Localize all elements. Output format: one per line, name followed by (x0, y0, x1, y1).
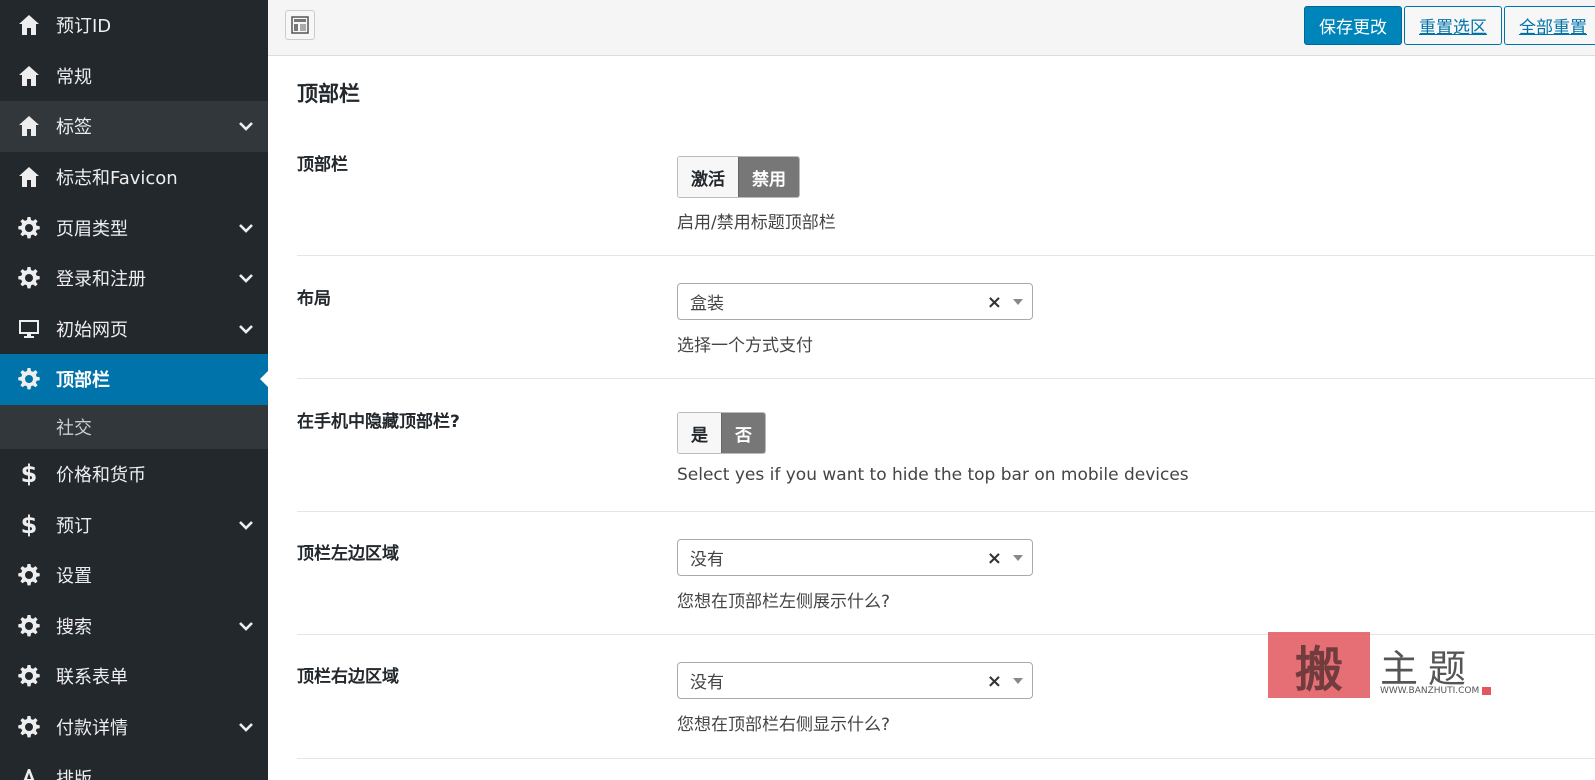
save-changes-button[interactable]: 保存更改 (1304, 6, 1402, 45)
field-label: 顶栏左边区域 (297, 544, 399, 564)
sidebar-item-label: 设置 (56, 566, 92, 588)
chevron-down-icon (238, 517, 254, 533)
field-row-left-area: 顶栏左边区域 没有 × 您想在顶部栏左侧展示什么? (297, 512, 1595, 635)
sidebar-item-label: 页眉类型 (56, 218, 128, 240)
gear-icon (16, 366, 42, 392)
field-label: 顶栏右边区域 (297, 667, 399, 687)
sidebar-item-typography[interactable]: 排版 (0, 752, 268, 780)
sidebar-item-contact-form[interactable]: 联系表单 (0, 651, 268, 702)
sidebar-item-search[interactable]: 搜索 (0, 601, 268, 652)
toggle-option-enable[interactable]: 激活 (678, 157, 738, 197)
left-area-select[interactable]: 没有 × (677, 539, 1033, 576)
select-value: 没有 (690, 673, 724, 693)
sidebar-item-tags[interactable]: 标签 (0, 101, 268, 152)
sidebar-subitem-social[interactable]: 社交 (0, 404, 268, 449)
home-icon (16, 164, 42, 190)
sidebar-item-label: 社交 (56, 417, 92, 439)
field-row-layout: 布局 盒装 × 选择一个方式支付 (297, 256, 1595, 379)
gear-icon (16, 562, 42, 588)
field-label: 顶部栏 (297, 155, 348, 175)
field-description: 您想在顶部栏左侧展示什么? (677, 592, 891, 612)
home-icon (16, 12, 42, 38)
sidebar-item-homepage[interactable]: 初始网页 (0, 304, 268, 355)
watermark-text: 主题 (1380, 647, 1477, 691)
chevron-down-icon (238, 220, 254, 236)
field-description: Select yes if you want to hide the top b… (677, 465, 1189, 485)
sidebar-item-topbar[interactable]: 顶部栏 (0, 354, 268, 405)
admin-sidebar: 预订ID 常规 标签 标志和Favicon 页眉类型 登录和注册 初始网页 顶部… (0, 0, 268, 780)
field-row-hide-mobile: 在手机中隐藏顶部栏? 是 否 Select yes if you want to… (297, 379, 1595, 512)
select-value: 盒装 (690, 294, 724, 314)
clear-icon[interactable]: × (987, 292, 1002, 313)
section-title: 顶部栏 (297, 82, 360, 106)
clear-icon[interactable]: × (987, 548, 1002, 569)
sidebar-item-label: 顶部栏 (56, 370, 110, 392)
sidebar-item-label: 登录和注册 (56, 269, 146, 291)
sidebar-item-booking-id[interactable]: 预订ID (0, 0, 268, 51)
sidebar-item-label: 预订 (56, 515, 92, 537)
gear-icon (16, 215, 42, 241)
right-area-select[interactable]: 没有 × (677, 662, 1033, 699)
sidebar-item-settings[interactable]: 设置 (0, 550, 268, 601)
sidebar-item-general[interactable]: 常规 (0, 51, 268, 102)
sidebar-item-label: 付款详情 (56, 718, 128, 740)
field-label: 在手机中隐藏顶部栏? (297, 412, 460, 432)
sidebar-item-login-register[interactable]: 登录和注册 (0, 253, 268, 304)
clear-icon[interactable]: × (987, 671, 1002, 692)
sidebar-item-label: 标志和Favicon (56, 168, 178, 190)
home-icon (16, 63, 42, 89)
layout-select[interactable]: 盒装 × (677, 283, 1033, 320)
sidebar-item-label: 常规 (56, 66, 92, 88)
sidebar-item-label: 搜索 (56, 616, 92, 638)
chevron-down-icon (238, 270, 254, 286)
chevron-down-icon (238, 321, 254, 337)
sidebar-item-label: 联系表单 (56, 667, 128, 689)
sidebar-item-header-type[interactable]: 页眉类型 (0, 202, 268, 253)
field-label: 布局 (297, 289, 331, 309)
dollar-icon: $ (20, 460, 38, 489)
options-toolbar: 保存更改 重置选区 全部重置 (268, 0, 1595, 56)
watermark-url: WWW.BANZHUTI.COM (1380, 686, 1480, 696)
reset-section-button[interactable]: 重置选区 (1404, 6, 1502, 45)
monitor-icon (16, 316, 42, 342)
sidebar-item-label: 标签 (56, 117, 92, 139)
gear-icon (16, 613, 42, 639)
dropdown-arrow-icon[interactable] (1013, 678, 1023, 684)
field-description: 您想在顶部栏右侧显示什么? (677, 715, 891, 735)
watermark-stamp: 搬 (1268, 632, 1370, 698)
chevron-down-icon (238, 618, 254, 634)
dropdown-arrow-icon[interactable] (1013, 299, 1023, 305)
toggle-option-yes[interactable]: 是 (678, 413, 721, 453)
chevron-down-icon (238, 118, 254, 134)
reset-all-button[interactable]: 全部重置 (1504, 6, 1595, 45)
hide-mobile-toggle[interactable]: 是 否 (677, 412, 766, 454)
toggle-option-no[interactable]: 否 (721, 413, 765, 453)
sidebar-item-label: 预订ID (56, 16, 112, 38)
gear-icon (16, 714, 42, 740)
dropdown-arrow-icon[interactable] (1013, 555, 1023, 561)
field-description: 启用/禁用标题顶部栏 (677, 213, 836, 233)
sidebar-item-price-currency[interactable]: $ 价格和货币 (0, 449, 268, 500)
sidebar-item-payment-details[interactable]: 付款详情 (0, 702, 268, 753)
home-icon (16, 113, 42, 139)
watermark-dot (1482, 687, 1491, 695)
chevron-down-icon (238, 719, 254, 735)
layout-toggle-button[interactable] (285, 10, 315, 40)
dollar-icon: $ (20, 510, 38, 539)
typography-icon (16, 765, 42, 780)
field-row-topbar: 顶部栏 激活 禁用 启用/禁用标题顶部栏 (297, 134, 1595, 256)
select-value: 没有 (690, 550, 724, 570)
topbar-toggle[interactable]: 激活 禁用 (677, 156, 800, 198)
layout-icon (291, 16, 309, 34)
gear-icon (16, 663, 42, 689)
watermark-logo: 搬 主题 WWW.BANZHUTI.COM (1268, 632, 1498, 704)
gear-icon (16, 265, 42, 291)
sidebar-item-label: 价格和货币 (56, 465, 146, 487)
sidebar-item-label: 初始网页 (56, 319, 128, 341)
sidebar-item-logo-favicon[interactable]: 标志和Favicon (0, 152, 268, 203)
toggle-option-disable[interactable]: 禁用 (738, 157, 799, 197)
sidebar-item-booking[interactable]: $ 预订 (0, 499, 268, 550)
field-description: 选择一个方式支付 (677, 336, 813, 356)
sidebar-item-label: 排版 (56, 768, 92, 780)
